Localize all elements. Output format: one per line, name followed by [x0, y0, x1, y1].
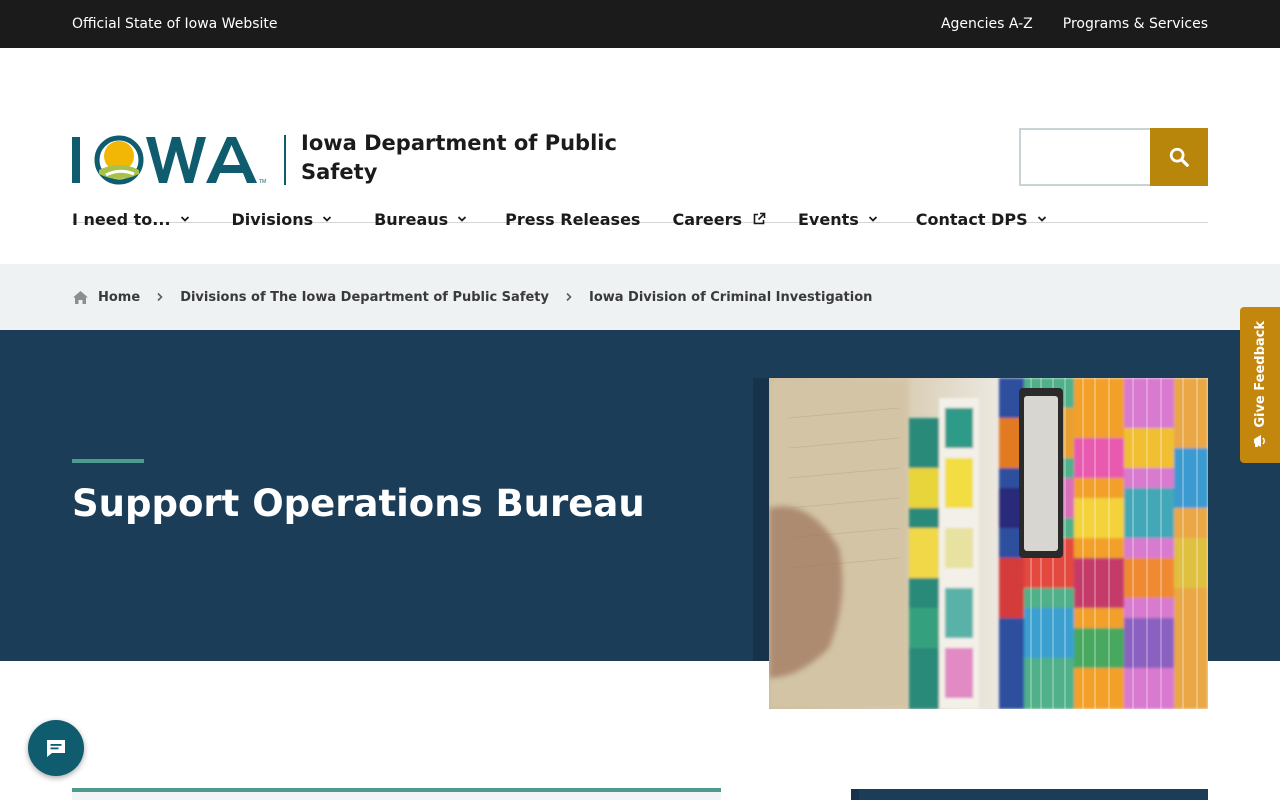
chevron-down-icon [1037, 215, 1047, 223]
search-button[interactable] [1150, 128, 1208, 186]
nav-item-press-releases[interactable]: Press Releases [505, 210, 640, 229]
nav-item-bureaus[interactable]: Bureaus [374, 210, 467, 229]
give-feedback-button[interactable]: Give Feedback [1240, 307, 1280, 463]
nav-item-label: Press Releases [505, 209, 641, 229]
nav-item-label: Events [798, 209, 859, 229]
hero-accent-bar [72, 459, 144, 463]
home-icon [72, 290, 89, 305]
feedback-label: Give Feedback [1252, 320, 1268, 428]
breadcrumb-label: Home [98, 289, 141, 305]
main-nav: I need to... Divisions Bureaus Press Rel… [72, 174, 1047, 264]
nav-item-careers[interactable]: Careers [672, 210, 766, 229]
megaphone-icon [1252, 433, 1268, 449]
programs-services-link[interactable]: Programs & Services [1063, 16, 1208, 32]
breadcrumb-divisions[interactable]: Divisions of The Iowa Department of Publ… [180, 290, 549, 305]
official-site-label: Official State of Iowa Website [72, 16, 278, 32]
nav-item-label: Careers [672, 209, 742, 229]
nav-item-label: Divisions [231, 209, 314, 229]
utility-bar: Official State of Iowa Website Agencies … [0, 0, 1280, 48]
breadcrumb-home[interactable]: Home [72, 290, 140, 305]
page-title: Support Operations Bureau [72, 482, 645, 525]
nav-item-events[interactable]: Events [798, 210, 878, 229]
breadcrumb: Home Divisions of The Iowa Department of… [0, 264, 1280, 330]
nav-item-label: Bureaus [374, 209, 449, 229]
agencies-a-z-link[interactable]: Agencies A-Z [941, 16, 1033, 32]
chevron-right-icon [156, 292, 164, 302]
hero-image-frame [753, 378, 769, 661]
site-header: TM Iowa Department of Public Safety [0, 48, 1280, 223]
hero-image [769, 378, 1208, 709]
nav-item-i-need-to[interactable]: I need to... [72, 210, 190, 229]
external-link-icon [752, 212, 766, 226]
utility-links: Agencies A-Z Programs & Services [941, 16, 1208, 32]
chat-button[interactable] [28, 720, 84, 776]
chevron-down-icon [322, 215, 332, 223]
chevron-down-icon [457, 215, 467, 223]
nav-item-label: I need to... [72, 209, 171, 229]
search-form [1019, 128, 1208, 186]
nav-item-contact-dps[interactable]: Contact DPS [916, 210, 1047, 229]
sidebar-card [851, 789, 1208, 800]
content-card [72, 788, 721, 800]
chevron-down-icon [180, 215, 190, 223]
chat-icon [47, 740, 65, 757]
nav-item-label: Contact DPS [915, 209, 1028, 229]
nav-item-divisions[interactable]: Divisions [232, 210, 333, 229]
search-icon [1169, 147, 1189, 167]
breadcrumb-dci[interactable]: Iowa Division of Criminal Investigation [589, 290, 872, 305]
chevron-right-icon [565, 292, 573, 302]
chevron-down-icon [868, 215, 878, 223]
